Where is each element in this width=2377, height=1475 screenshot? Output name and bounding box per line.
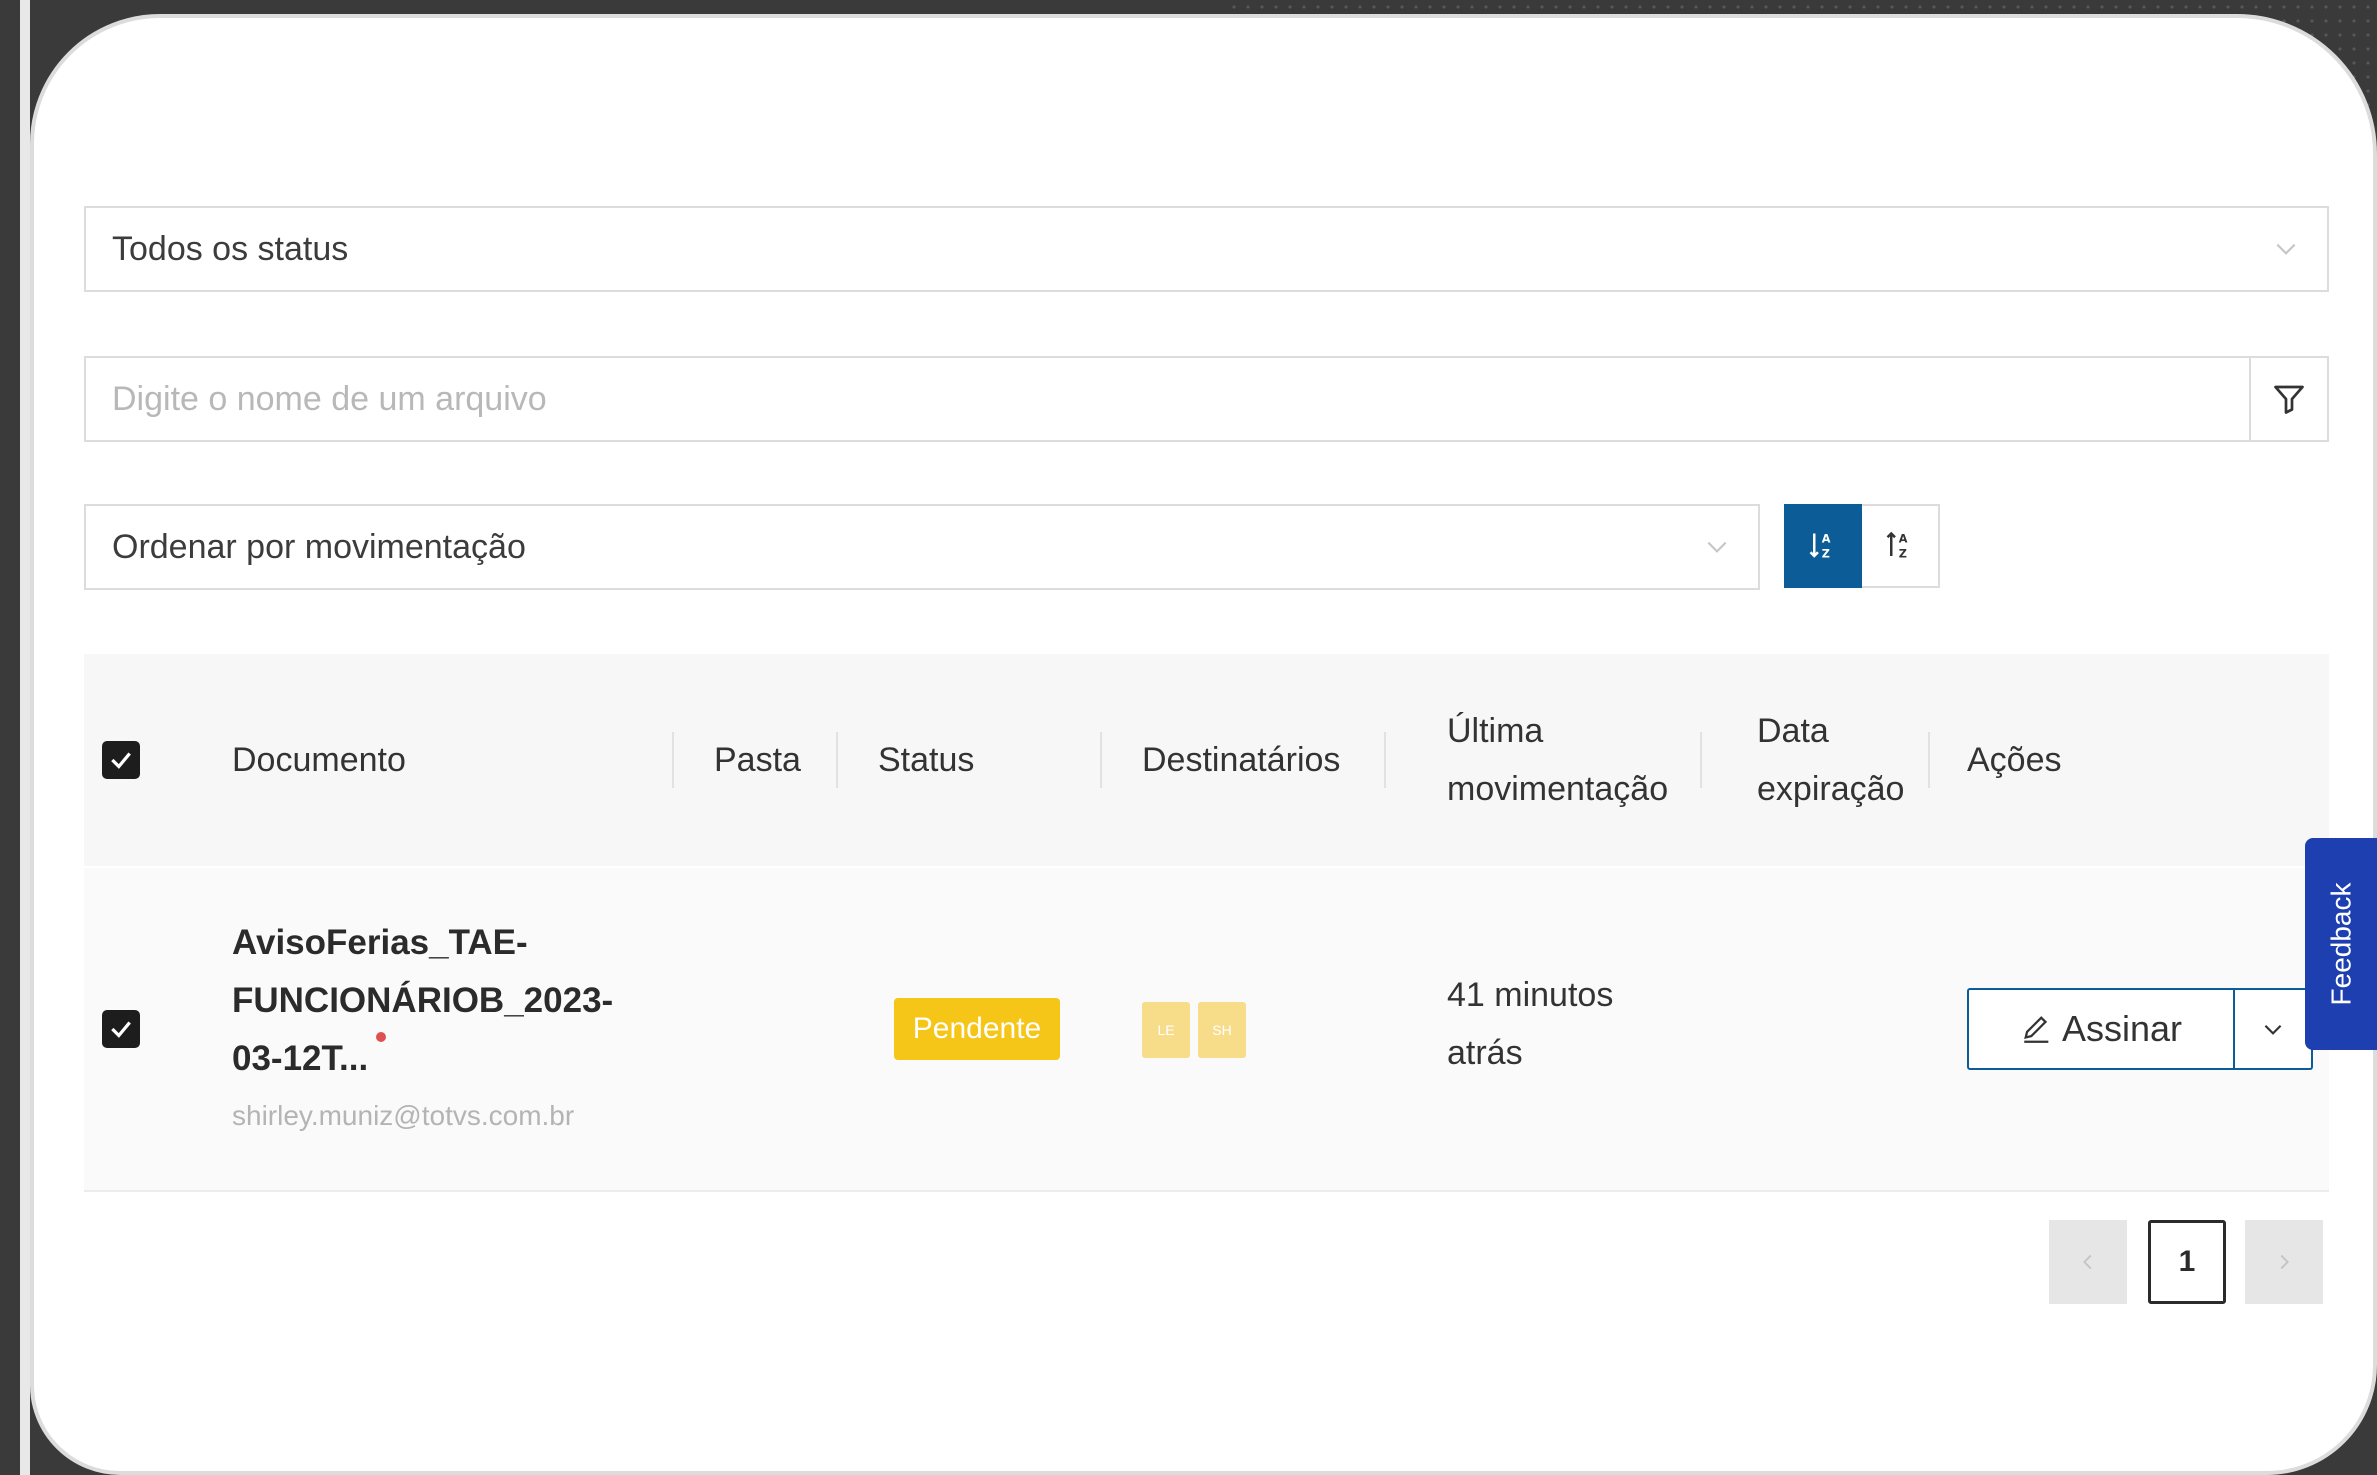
- row-checkbox[interactable]: [102, 1010, 140, 1048]
- svg-text:A: A: [1822, 532, 1831, 545]
- col-ultima-line2: movimentação: [1447, 770, 1669, 808]
- svg-text:Z: Z: [1822, 547, 1830, 560]
- last-movement: 41 minutos atrás: [1447, 966, 1613, 1082]
- col-acoes: Ações: [1967, 741, 2062, 779]
- col-data-line2: expiração: [1757, 770, 1905, 808]
- table-header: Documento Pasta Status Destinatários Últ…: [84, 654, 2329, 866]
- col-status[interactable]: Status: [878, 731, 974, 789]
- status-select-value: Todos os status: [112, 229, 349, 268]
- status-badge: Pendente: [894, 998, 1060, 1060]
- col-pasta[interactable]: Pasta: [714, 731, 801, 789]
- pagination-page[interactable]: 1: [2148, 1220, 2226, 1304]
- sort-select-value: Ordenar por movimentação: [112, 527, 526, 566]
- feedback-tab[interactable]: Feedback: [2305, 838, 2377, 1050]
- table-row[interactable]: AvisoFerias_TAE- FUNCIONÁRIOB_2023- 03-1…: [84, 868, 2329, 1192]
- last-movement-line1: 41 minutos: [1447, 976, 1614, 1014]
- svg-text:Z: Z: [1899, 547, 1907, 560]
- svg-text:A: A: [1899, 532, 1908, 545]
- sign-button-label: Assinar: [2061, 1008, 2183, 1049]
- document-name-line1: AvisoFerias_TAE-: [232, 923, 528, 962]
- chevron-right-icon: [2280, 1254, 2289, 1270]
- col-destinatarios[interactable]: Destinatários: [1142, 731, 1340, 789]
- recipient-avatar[interactable]: LE: [1142, 1002, 1190, 1058]
- recipient-avatar[interactable]: SH: [1198, 1002, 1246, 1058]
- chevron-down-icon: [2264, 1024, 2282, 1035]
- col-ultima-movimentacao[interactable]: Última movimentação: [1447, 702, 1668, 818]
- sort-az-icon: A Z: [1809, 532, 1831, 560]
- document-name-line3-text: 03-12T...: [232, 1039, 369, 1078]
- filter-icon: [2274, 385, 2304, 414]
- check-icon: [111, 752, 131, 769]
- col-separator: [1100, 732, 1102, 788]
- last-movement-line2: atrás: [1447, 1034, 1523, 1072]
- sort-select[interactable]: Ordenar por movimentação: [84, 504, 1760, 590]
- chevron-down-icon: [1707, 541, 1727, 553]
- feedback-label: Feedback: [2325, 882, 2356, 1006]
- unread-dot: [376, 1032, 387, 1042]
- col-documento[interactable]: Documento: [232, 731, 406, 789]
- pagination-next-button[interactable]: [2245, 1220, 2323, 1304]
- filter-button[interactable]: [2249, 358, 2327, 440]
- document-name-line3: 03-12T...: [232, 1030, 613, 1088]
- chevron-down-icon: [2276, 243, 2296, 255]
- col-separator: [1700, 732, 1702, 788]
- sign-button[interactable]: Assinar: [1967, 988, 2235, 1070]
- status-select[interactable]: Todos os status: [84, 206, 2329, 292]
- col-data-expiracao[interactable]: Data expiração: [1757, 702, 1904, 818]
- sort-za-icon: A Z: [1886, 531, 1908, 560]
- select-all-checkbox[interactable]: [102, 741, 140, 779]
- col-separator: [1928, 732, 1930, 788]
- search-input[interactable]: Digite o nome de um arquivo: [86, 380, 547, 419]
- col-ultima-line1: Última: [1447, 712, 1544, 750]
- document-name-line2: FUNCIONÁRIOB_2023-: [232, 981, 614, 1020]
- frame-edge: [20, 0, 30, 1475]
- sort-descending-button[interactable]: A Z: [1862, 504, 1940, 588]
- col-data-line1: Data: [1757, 712, 1829, 750]
- documents-panel: Todos os status Digite o nome de um arqu…: [30, 14, 2377, 1475]
- actions-dropdown-button[interactable]: [2235, 988, 2313, 1070]
- sort-ascending-button[interactable]: A Z: [1784, 504, 1862, 588]
- col-separator: [1384, 732, 1386, 788]
- check-icon: [111, 1021, 131, 1038]
- chevron-left-icon: [2083, 1254, 2092, 1270]
- col-separator: [672, 732, 674, 788]
- pen-icon: [2024, 1016, 2049, 1043]
- col-separator: [836, 732, 838, 788]
- file-search-field[interactable]: Digite o nome de um arquivo: [84, 356, 2329, 442]
- pagination-prev-button[interactable]: [2049, 1220, 2127, 1304]
- document-name[interactable]: AvisoFerias_TAE- FUNCIONÁRIOB_2023- 03-1…: [232, 914, 613, 1088]
- sender-email: shirley.muniz@totvs.com.br: [232, 1100, 575, 1131]
